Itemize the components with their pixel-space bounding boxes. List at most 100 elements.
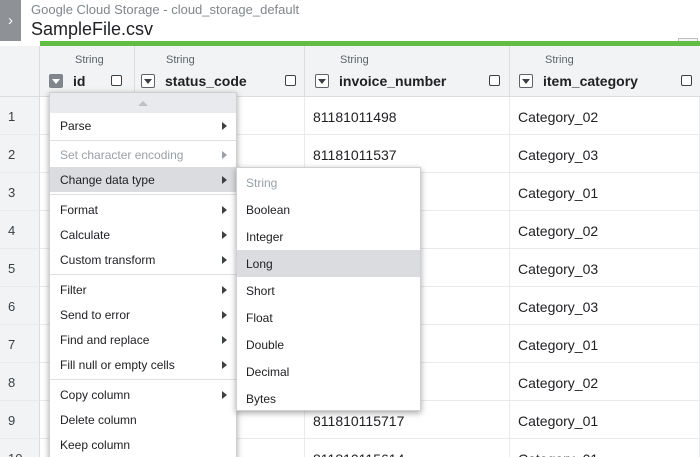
- chevron-up-icon: [138, 100, 148, 106]
- menu-item-label: Calculate: [60, 228, 111, 242]
- column-header-status-code[interactable]: String status_code: [135, 46, 305, 97]
- menu-item-label: Fill null or empty cells: [60, 358, 175, 372]
- cell-item-category[interactable]: Category_01: [510, 173, 700, 211]
- expand-panel-button[interactable]: ›: [0, 0, 21, 41]
- column-name: id: [73, 73, 86, 89]
- data-type-submenu: String Boolean Integer Long Short Float …: [236, 167, 421, 411]
- submenu-arrow-icon: [222, 286, 227, 294]
- menu-divider: [50, 194, 236, 195]
- cell-item-category[interactable]: Category_02: [510, 363, 700, 401]
- menu-item-parse[interactable]: Parse: [50, 113, 236, 138]
- menu-item-label: Delete column: [60, 413, 137, 427]
- column-type-label: String: [166, 54, 195, 66]
- cell-item-category[interactable]: Category_02: [510, 211, 700, 249]
- menu-item-label: Custom transform: [60, 253, 156, 267]
- menu-item-label: Keep column: [60, 438, 131, 452]
- column-menu-dropdown-icon[interactable]: [519, 74, 533, 88]
- cell-item-category[interactable]: Category_02: [510, 97, 700, 135]
- column-name: invoice_number: [339, 73, 447, 89]
- menu-item-label: Change data type: [60, 173, 155, 187]
- submenu-arrow-icon: [222, 151, 227, 159]
- submenu-item-double[interactable]: Double: [237, 331, 420, 358]
- column-select-checkbox[interactable]: [681, 75, 692, 86]
- submenu-arrow-icon: [222, 336, 227, 344]
- submenu-arrow-icon: [222, 311, 227, 319]
- column-type-label: String: [545, 54, 574, 66]
- row-number: 10: [0, 439, 40, 457]
- submenu-arrow-icon: [222, 256, 227, 264]
- submenu-item-boolean[interactable]: Boolean: [237, 196, 420, 223]
- submenu-item-long[interactable]: Long: [237, 250, 420, 277]
- submenu-item-decimal[interactable]: Decimal: [237, 358, 420, 385]
- menu-divider: [50, 379, 236, 380]
- menu-item-fill-null-or-empty[interactable]: Fill null or empty cells: [50, 352, 236, 377]
- submenu-item-bytes[interactable]: Bytes: [237, 385, 420, 412]
- cell-invoice-number[interactable]: 811810115614: [305, 439, 510, 457]
- menu-item-filter[interactable]: Filter: [50, 277, 236, 302]
- row-number: 3: [0, 173, 40, 211]
- cell-item-category[interactable]: Category_03: [510, 249, 700, 287]
- page-title: SampleFile.csv: [31, 19, 154, 39]
- menu-item-copy-column[interactable]: Copy column: [50, 382, 236, 407]
- chevron-right-icon: ›: [8, 12, 13, 29]
- menu-divider: [50, 140, 236, 141]
- breadcrumb: Google Cloud Storage - cloud_storage_def…: [31, 2, 300, 17]
- column-type-label: String: [340, 54, 369, 66]
- menu-item-custom-transform[interactable]: Custom transform: [50, 247, 236, 272]
- row-number: 4: [0, 211, 40, 249]
- row-number: 5: [0, 249, 40, 287]
- submenu-arrow-icon: [222, 231, 227, 239]
- menu-item-label: Filter: [60, 283, 87, 297]
- column-menu-dropdown-icon[interactable]: [141, 74, 155, 88]
- menu-item-delete-column[interactable]: Delete column: [50, 407, 236, 432]
- submenu-arrow-icon: [222, 122, 227, 130]
- grid-corner: [0, 46, 40, 97]
- column-menu-dropdown-icon[interactable]: [315, 74, 329, 88]
- row-number: 1: [0, 97, 40, 135]
- menu-item-label: Set character encoding: [60, 148, 184, 162]
- cell-item-category[interactable]: Category_03: [510, 287, 700, 325]
- submenu-item-string[interactable]: String: [237, 169, 420, 196]
- row-number: 8: [0, 363, 40, 401]
- menu-item-label: Parse: [60, 119, 92, 133]
- submenu-arrow-icon: [222, 176, 227, 184]
- column-select-checkbox[interactable]: [285, 75, 296, 86]
- cell-invoice-number[interactable]: 81181011498: [305, 97, 510, 135]
- cell-item-category[interactable]: Category_03: [510, 135, 700, 173]
- row-number: 9: [0, 401, 40, 439]
- cell-item-category[interactable]: Category_01: [510, 401, 700, 439]
- cell-item-category[interactable]: Category_01: [510, 439, 700, 457]
- cell-item-category[interactable]: Category_01: [510, 325, 700, 363]
- submenu-item-float[interactable]: Float: [237, 304, 420, 331]
- menu-item-label: Find and replace: [60, 333, 150, 347]
- menu-item-keep-column[interactable]: Keep column: [50, 432, 236, 457]
- menu-item-calculate[interactable]: Calculate: [50, 222, 236, 247]
- column-menu-dropdown-icon[interactable]: [49, 74, 63, 88]
- column-context-menu: Parse Set character encoding Change data…: [49, 92, 237, 457]
- menu-item-set-character-encoding[interactable]: Set character encoding: [50, 142, 236, 167]
- column-header-invoice-number[interactable]: String invoice_number: [305, 46, 510, 97]
- column-type-label: String: [75, 54, 104, 66]
- menu-item-find-and-replace[interactable]: Find and replace: [50, 327, 236, 352]
- submenu-arrow-icon: [222, 391, 227, 399]
- submenu-item-short[interactable]: Short: [237, 277, 420, 304]
- column-name: status_code: [165, 73, 247, 89]
- menu-item-label: Send to error: [60, 308, 131, 322]
- column-header-id[interactable]: String id: [40, 46, 135, 97]
- menu-item-change-data-type[interactable]: Change data type: [50, 167, 236, 192]
- column-select-checkbox[interactable]: [489, 75, 500, 86]
- row-number: 6: [0, 287, 40, 325]
- submenu-arrow-icon: [222, 361, 227, 369]
- submenu-arrow-icon: [222, 206, 227, 214]
- column-name: item_category: [543, 73, 638, 89]
- row-number: 7: [0, 325, 40, 363]
- submenu-item-integer[interactable]: Integer: [237, 223, 420, 250]
- menu-scroll-up-button[interactable]: [50, 93, 236, 113]
- menu-item-send-to-error[interactable]: Send to error: [50, 302, 236, 327]
- menu-item-format[interactable]: Format: [50, 197, 236, 222]
- menu-divider: [50, 274, 236, 275]
- row-number: 2: [0, 135, 40, 173]
- column-select-checkbox[interactable]: [111, 75, 122, 86]
- menu-item-label: Format: [60, 203, 99, 217]
- column-header-item-category[interactable]: String item_category: [510, 46, 700, 97]
